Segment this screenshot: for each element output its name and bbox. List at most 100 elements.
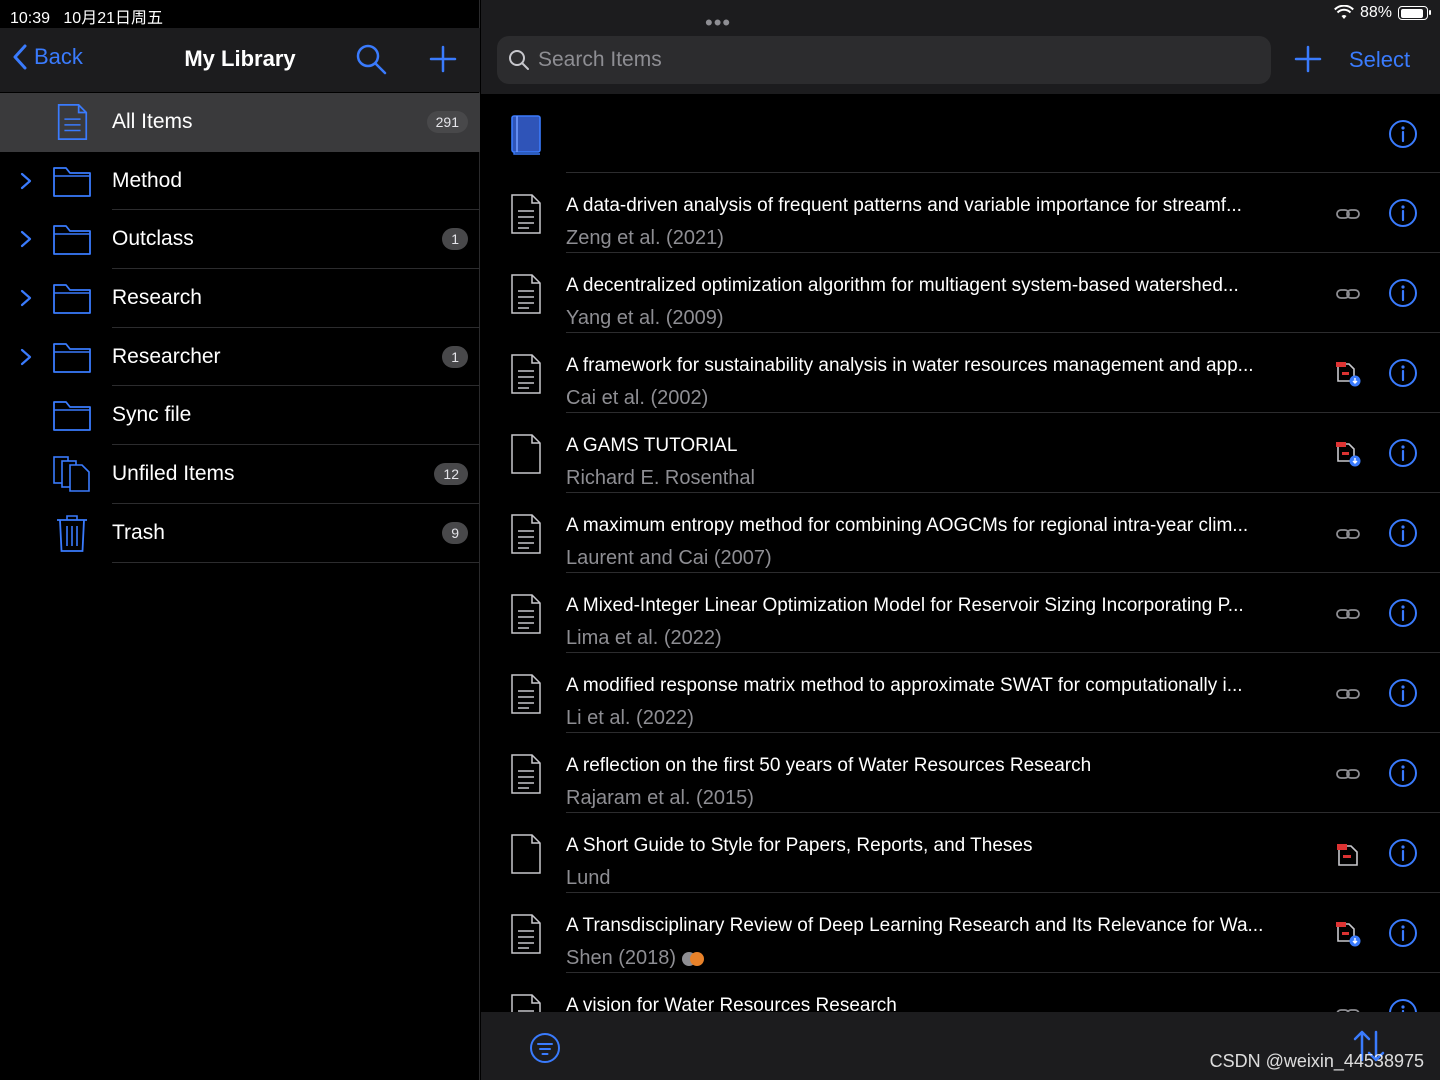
unfiled-icon bbox=[52, 455, 92, 493]
folder-icon bbox=[52, 220, 92, 258]
search-icon bbox=[509, 50, 529, 70]
items-list: A data-driven analysis of frequent patte… bbox=[481, 94, 1440, 1012]
link-icon[interactable] bbox=[1335, 521, 1361, 547]
info-icon[interactable] bbox=[1388, 838, 1418, 868]
add-collection-button[interactable] bbox=[426, 42, 460, 76]
link-icon[interactable] bbox=[1335, 761, 1361, 787]
item-title: A vision for Water Resources Research bbox=[566, 995, 897, 1012]
chevron-right-icon[interactable] bbox=[16, 288, 36, 308]
watermark: CSDN @weixin_44538975 bbox=[1209, 1051, 1424, 1071]
document-icon bbox=[52, 103, 92, 141]
count-badge: 9 bbox=[442, 521, 468, 544]
info-icon[interactable] bbox=[1388, 278, 1418, 308]
chevron-right-icon[interactable] bbox=[16, 229, 36, 249]
sidebar-title: My Library bbox=[184, 46, 296, 71]
journal-article-icon bbox=[509, 753, 543, 795]
item-row[interactable] bbox=[481, 94, 1440, 173]
item-title: A framework for sustainability analysis … bbox=[566, 355, 1254, 376]
link-icon[interactable] bbox=[1335, 681, 1361, 707]
select-button[interactable]: Select bbox=[1349, 47, 1410, 73]
document-blank-icon bbox=[509, 833, 543, 875]
sidebar-item-unfiled-items[interactable]: Unfiled Items 12 bbox=[0, 445, 480, 504]
pdf-icon[interactable] bbox=[1335, 841, 1361, 867]
item-title: A reflection on the first 50 years of Wa… bbox=[566, 755, 1092, 776]
sidebar-item-outclass[interactable]: Outclass 1 bbox=[0, 210, 480, 270]
item-creator: Lund bbox=[566, 867, 611, 889]
link-icon[interactable] bbox=[1335, 281, 1361, 307]
chevron-right-icon[interactable] bbox=[16, 347, 36, 367]
battery-percent: 88% bbox=[1359, 4, 1392, 21]
item-title: A Mixed-Integer Linear Optimization Mode… bbox=[566, 595, 1244, 616]
folder-icon bbox=[52, 338, 92, 376]
info-icon[interactable] bbox=[1388, 758, 1418, 788]
filter-icon[interactable] bbox=[529, 1032, 561, 1064]
info-icon[interactable] bbox=[1388, 438, 1418, 468]
info-icon[interactable] bbox=[1388, 518, 1418, 548]
journal-article-icon bbox=[509, 273, 543, 315]
sidebar-item-method[interactable]: Method bbox=[0, 152, 480, 211]
info-icon[interactable] bbox=[1388, 918, 1418, 948]
journal-article-icon bbox=[509, 993, 543, 1012]
item-row[interactable]: A framework for sustainability analysis … bbox=[481, 333, 1440, 413]
item-row[interactable]: A Short Guide to Style for Papers, Repor… bbox=[481, 813, 1440, 893]
item-creator: Cai et al. (2002) bbox=[566, 387, 709, 409]
pdf-download-icon[interactable] bbox=[1335, 921, 1361, 947]
pdf-download-icon[interactable] bbox=[1335, 441, 1361, 467]
chevron-right-icon[interactable] bbox=[16, 171, 36, 191]
journal-article-icon bbox=[509, 353, 543, 395]
item-row[interactable]: A reflection on the first 50 years of Wa… bbox=[481, 733, 1440, 813]
back-button[interactable]: Back bbox=[12, 44, 83, 70]
item-row[interactable]: A vision for Water Resources Research bbox=[481, 973, 1440, 1012]
sidebar-item-researcher[interactable]: Researcher 1 bbox=[0, 328, 480, 387]
info-icon[interactable] bbox=[1388, 358, 1418, 388]
item-row[interactable]: A data-driven analysis of frequent patte… bbox=[481, 173, 1440, 253]
sidebar-item-research[interactable]: Research bbox=[0, 269, 480, 328]
pdf-download-icon[interactable] bbox=[1335, 361, 1361, 387]
link-icon[interactable] bbox=[1335, 601, 1361, 627]
item-row[interactable]: A GAMS TUTORIAL Richard E. Rosenthal bbox=[481, 413, 1440, 493]
link-icon[interactable] bbox=[1335, 1001, 1361, 1012]
row-divider bbox=[112, 561, 480, 563]
item-row[interactable]: A decentralized optimization algorithm f… bbox=[481, 253, 1440, 333]
info-icon[interactable] bbox=[1388, 998, 1418, 1012]
sidebar: Back My Library All Items 291 Method Outcla… bbox=[0, 0, 480, 1080]
count-badge: 12 bbox=[434, 463, 468, 486]
info-icon[interactable] bbox=[1388, 119, 1418, 149]
book-icon bbox=[509, 114, 543, 156]
sidebar-item-label: Sync file bbox=[112, 403, 192, 427]
search-input[interactable]: Search Items bbox=[497, 36, 1271, 84]
count-badge: 1 bbox=[442, 228, 468, 251]
item-title: A modified response matrix method to app… bbox=[566, 675, 1243, 696]
item-creator: Shen (2018) bbox=[566, 947, 677, 969]
item-title: A GAMS TUTORIAL bbox=[566, 435, 738, 456]
item-title: A Short Guide to Style for Papers, Repor… bbox=[566, 835, 1033, 856]
search-icon[interactable] bbox=[354, 42, 388, 76]
trash-icon bbox=[52, 514, 92, 552]
item-row[interactable]: A modified response matrix method to app… bbox=[481, 653, 1440, 733]
battery-icon bbox=[1398, 6, 1431, 20]
chevron-left-icon bbox=[13, 44, 27, 70]
search-placeholder: Search Items bbox=[538, 48, 662, 71]
item-row[interactable]: A Mixed-Integer Linear Optimization Mode… bbox=[481, 573, 1440, 653]
sidebar-header: Back My Library bbox=[0, 28, 480, 92]
info-icon[interactable] bbox=[1388, 678, 1418, 708]
item-title: A maximum entropy method for combining A… bbox=[566, 515, 1249, 536]
sidebar-item-all-items[interactable]: All Items 291 bbox=[0, 93, 480, 152]
item-title: A Transdisciplinary Review of Deep Learn… bbox=[566, 915, 1264, 936]
link-icon[interactable] bbox=[1335, 201, 1361, 227]
item-creator: Lima et al. (2022) bbox=[566, 627, 722, 649]
add-item-button[interactable] bbox=[1293, 44, 1323, 74]
info-icon[interactable] bbox=[1388, 598, 1418, 628]
journal-article-icon bbox=[509, 193, 543, 235]
sidebar-item-sync-file[interactable]: Sync file bbox=[0, 386, 480, 446]
sidebar-item-label: Unfiled Items bbox=[112, 462, 235, 486]
document-blank-icon bbox=[509, 433, 543, 475]
tags-indicator bbox=[682, 951, 705, 966]
item-row[interactable]: A maximum entropy method for combining A… bbox=[481, 493, 1440, 573]
info-icon[interactable] bbox=[1388, 198, 1418, 228]
sidebar-item-trash[interactable]: Trash 9 bbox=[0, 504, 480, 563]
item-row[interactable]: A Transdisciplinary Review of Deep Learn… bbox=[481, 893, 1440, 973]
item-creator: Li et al. (2022) bbox=[566, 707, 694, 729]
item-title: A data-driven analysis of frequent patte… bbox=[566, 195, 1242, 216]
count-badge: 291 bbox=[426, 111, 468, 133]
